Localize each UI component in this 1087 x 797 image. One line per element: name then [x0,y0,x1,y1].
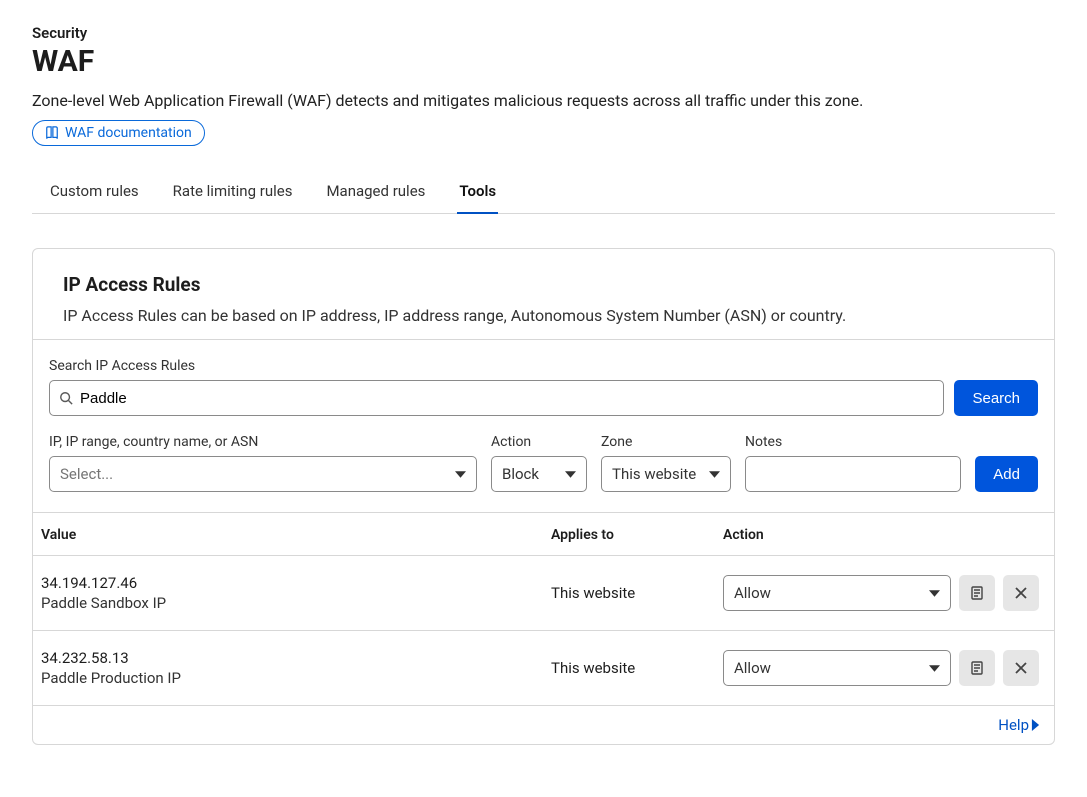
delete-button[interactable] [1003,575,1039,611]
book-icon [45,126,59,140]
table-row: 34.232.58.13 Paddle Production IP This w… [33,630,1054,705]
zone-filter-select[interactable]: This website [601,456,731,492]
table-row: 34.194.127.46 Paddle Sandbox IP This web… [33,555,1054,630]
ip-access-rules-card: IP Access Rules IP Access Rules can be b… [32,248,1055,745]
close-icon [1013,660,1029,676]
notes-input[interactable] [745,456,961,492]
row-action-value: Allow [734,659,771,677]
close-icon [1013,585,1029,601]
ip-filter-select[interactable]: Select... [49,456,477,492]
action-filter-select[interactable]: Block [491,456,587,492]
search-label: Search IP Access Rules [49,358,1038,374]
waf-documentation-label: WAF documentation [65,125,192,141]
chevron-down-icon [929,663,940,674]
row-action-select[interactable]: Allow [723,650,951,686]
waf-documentation-link[interactable]: WAF documentation [32,120,205,146]
tab-managed-rules[interactable]: Managed rules [324,172,427,214]
tab-custom-rules[interactable]: Custom rules [48,172,141,214]
add-button[interactable]: Add [975,456,1038,492]
action-filter-value: Block [502,465,539,483]
chevron-down-icon [565,469,576,480]
chevron-down-icon [709,469,720,480]
header-value: Value [41,527,551,543]
rules-table: Value Applies to Action 34.194.127.46 Pa… [33,512,1054,744]
tabs: Custom rules Rate limiting rules Managed… [32,172,1055,214]
help-label: Help [998,716,1029,734]
row-note: Paddle Production IP [41,669,551,687]
action-filter-label: Action [491,434,587,450]
search-button[interactable]: Search [954,380,1038,416]
header-action: Action [723,527,1046,543]
note-icon [969,660,985,676]
row-ip: 34.194.127.46 [41,574,551,592]
chevron-down-icon [929,588,940,599]
ip-filter-placeholder: Select... [60,465,113,483]
help-link[interactable]: Help [998,716,1040,734]
search-icon [59,391,73,405]
notes-filter-label: Notes [745,434,961,450]
row-applies-to: This website [551,584,723,602]
note-icon [969,585,985,601]
chevron-down-icon [455,469,466,480]
tab-tools[interactable]: Tools [457,172,498,214]
tab-rate-limiting-rules[interactable]: Rate limiting rules [171,172,295,214]
ip-filter-label: IP, IP range, country name, or ASN [49,434,477,450]
row-action-select[interactable]: Allow [723,575,951,611]
panel-title: IP Access Rules [63,273,1024,296]
zone-filter-value: This website [612,465,696,483]
breadcrumb: Security [32,24,1055,42]
zone-filter-label: Zone [601,434,731,450]
delete-button[interactable] [1003,650,1039,686]
row-applies-to: This website [551,659,723,677]
row-action-value: Allow [734,584,771,602]
row-ip: 34.232.58.13 [41,649,551,667]
edit-note-button[interactable] [959,650,995,686]
row-note: Paddle Sandbox IP [41,594,551,612]
edit-note-button[interactable] [959,575,995,611]
search-input[interactable] [49,380,944,416]
header-applies-to: Applies to [551,527,723,543]
panel-description: IP Access Rules can be based on IP addre… [63,306,1024,325]
page-description: Zone-level Web Application Firewall (WAF… [32,91,1055,110]
page-title: WAF [32,44,1055,79]
chevron-right-icon [1031,719,1040,731]
